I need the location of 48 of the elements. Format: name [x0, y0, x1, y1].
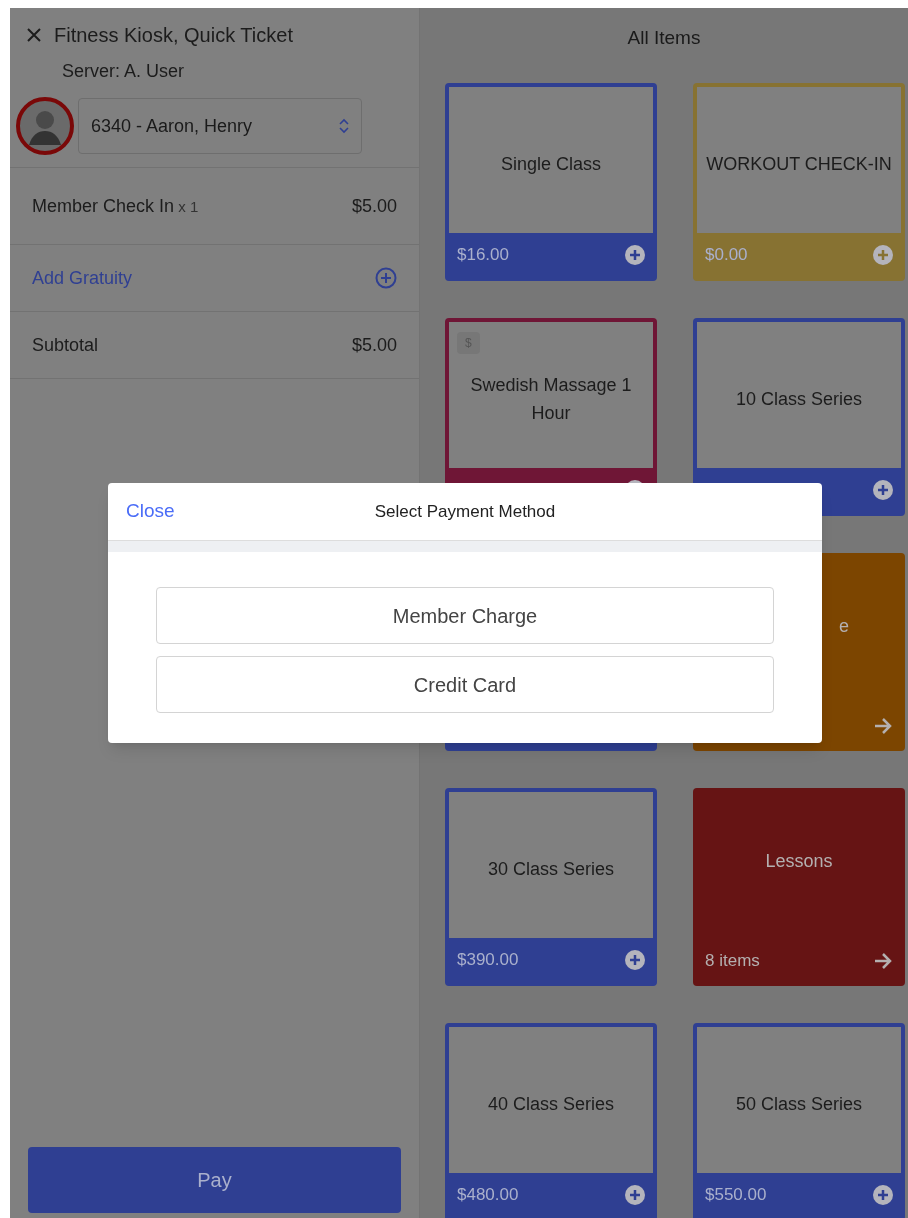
plus-circle-icon[interactable] — [375, 267, 397, 289]
product-name: 40 Class Series — [487, 1092, 615, 1116]
product-tile[interactable]: WORKOUT CHECK-IN $0.00 — [693, 82, 905, 281]
product-tile[interactable]: 50 Class Series $550.00 — [693, 1022, 905, 1218]
pay-button[interactable]: Pay — [28, 1147, 401, 1213]
close-icon[interactable] — [26, 27, 42, 43]
product-name: WORKOUT CHECK-IN — [706, 152, 892, 176]
product-name: Single Class — [500, 152, 601, 176]
product-name: 10 Class Series — [735, 387, 863, 411]
avatar — [16, 97, 74, 155]
product-price: $0.00 — [705, 243, 748, 266]
line-amount: $5.00 — [351, 194, 397, 218]
product-tile[interactable]: 30 Class Series $390.00 — [445, 787, 657, 986]
close-link[interactable]: Close — [126, 497, 175, 526]
arrow-right-icon — [873, 951, 893, 970]
item-count: 8 items — [705, 949, 760, 972]
plus-icon — [625, 949, 645, 970]
payment-option-button[interactable]: Member Charge — [156, 587, 774, 644]
payment-option-button[interactable]: Credit Card — [156, 656, 774, 713]
product-price: $550.00 — [705, 1183, 767, 1206]
product-tile[interactable]: 10 Class Series — [693, 317, 905, 516]
member-select[interactable]: 6340 - Aaron, Henry — [78, 98, 362, 154]
product-price: $16.00 — [457, 243, 509, 266]
product-price: $480.00 — [457, 1183, 519, 1206]
category-tile[interactable]: Lessons 8 items — [693, 787, 905, 986]
category-name: e — [839, 615, 849, 638]
product-tile[interactable]: Single Class $16.00 — [445, 82, 657, 281]
server-name: Server: A. User — [61, 60, 186, 83]
plus-icon — [873, 1184, 893, 1205]
line-label: Subtotal — [32, 333, 99, 357]
up-down-caret-icon — [339, 118, 349, 134]
product-name: 50 Class Series — [735, 1092, 863, 1116]
plus-icon — [873, 479, 893, 500]
product-name: Swedish Massage 1 Hour — [469, 373, 633, 425]
plus-icon — [625, 1184, 645, 1205]
category-name: Lessons — [765, 850, 833, 873]
product-price: $390.00 — [457, 948, 519, 971]
arrow-right-icon — [873, 716, 893, 735]
add-gratuity-link[interactable]: Add Gratuity — [32, 264, 133, 292]
plus-icon — [625, 244, 645, 265]
price-badge: $ — [457, 331, 480, 354]
plus-icon — [873, 244, 893, 265]
catalog-title: All Items — [626, 26, 702, 50]
ticket-title: Fitness Kiosk, Quick Ticket — [54, 23, 293, 48]
product-name: 30 Class Series — [487, 857, 615, 881]
line-amount: $5.00 — [351, 333, 397, 357]
product-tile[interactable]: 40 Class Series $480.00 — [445, 1022, 657, 1218]
line-label: Member Check In x 1 — [32, 194, 199, 218]
